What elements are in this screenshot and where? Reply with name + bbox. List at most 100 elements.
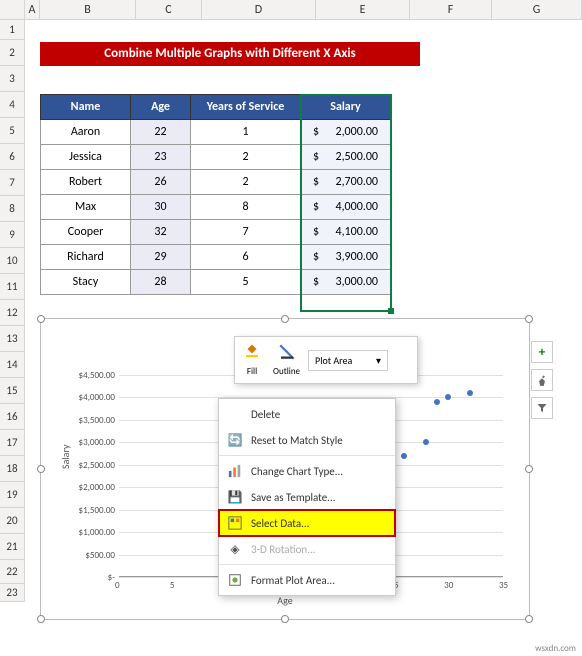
row-header-22[interactable]: 22 <box>0 560 25 584</box>
cell-age[interactable]: 26 <box>131 170 191 195</box>
cell-name[interactable]: Stacy <box>41 270 131 295</box>
cell-years[interactable]: 2 <box>191 170 301 195</box>
header-years[interactable]: Years of Service <box>191 95 301 120</box>
cell-years[interactable]: 7 <box>191 220 301 245</box>
cell-years[interactable]: 8 <box>191 195 301 220</box>
row-header-5[interactable]: 5 <box>0 118 25 144</box>
menu-select-data[interactable]: Select Data... <box>219 510 395 536</box>
resize-handle[interactable] <box>37 465 45 473</box>
resize-handle[interactable] <box>525 315 533 323</box>
col-header-g[interactable]: G <box>492 0 582 19</box>
cell-name[interactable]: Cooper <box>41 220 131 245</box>
col-header-b[interactable]: B <box>40 0 136 19</box>
resize-handle[interactable] <box>281 315 289 323</box>
header-age[interactable]: Age <box>131 95 191 120</box>
table-row[interactable]: Jessica 23 2 $2,500.00 <box>41 145 391 170</box>
cell-salary[interactable]: $4,000.00 <box>301 195 391 220</box>
row-header-6[interactable]: 6 <box>0 144 25 170</box>
row-header-8[interactable]: 8 <box>0 196 25 222</box>
cell-years[interactable]: 6 <box>191 245 301 270</box>
col-header-f[interactable]: F <box>410 0 492 19</box>
cell-name[interactable]: Robert <box>41 170 131 195</box>
data-point[interactable] <box>434 399 440 405</box>
outline-tool[interactable]: Outline <box>269 341 304 379</box>
cell-age[interactable]: 22 <box>131 120 191 145</box>
col-header-c[interactable]: C <box>136 0 202 19</box>
chart-element-dropdown[interactable]: Plot Area ▾ <box>308 350 388 371</box>
menu-delete[interactable]: Delete <box>219 401 395 427</box>
fill-icon <box>243 343 261 366</box>
table-row[interactable]: Robert 26 2 $2,700.00 <box>41 170 391 195</box>
row-header-15[interactable]: 15 <box>0 378 25 404</box>
row-header-18[interactable]: 18 <box>0 456 25 482</box>
chart-styles-button[interactable] <box>531 369 553 391</box>
cell-salary[interactable]: $4,100.00 <box>301 220 391 245</box>
cell-age[interactable]: 32 <box>131 220 191 245</box>
data-point[interactable] <box>445 394 451 400</box>
row-header-11[interactable]: 11 <box>0 274 25 300</box>
fill-tool[interactable]: Fill <box>239 341 265 379</box>
cell-name[interactable]: Max <box>41 195 131 220</box>
table-row[interactable]: Cooper 32 7 $4,100.00 <box>41 220 391 245</box>
cell-years[interactable]: 5 <box>191 270 301 295</box>
table-row[interactable]: Aaron 22 1 $2,000.00 <box>41 120 391 145</box>
header-name[interactable]: Name <box>41 95 131 120</box>
row-header-9[interactable]: 9 <box>0 222 25 248</box>
row-header-14[interactable]: 14 <box>0 352 25 378</box>
data-point[interactable] <box>467 390 473 396</box>
row-header-19[interactable]: 19 <box>0 482 25 508</box>
menu-format-plot-area[interactable]: Format Plot Area... <box>219 567 395 593</box>
resize-handle[interactable] <box>37 315 45 323</box>
cell-name[interactable]: Richard <box>41 245 131 270</box>
table-row[interactable]: Stacy 28 5 $3,000.00 <box>41 270 391 295</box>
resize-handle[interactable] <box>37 615 45 623</box>
resize-handle[interactable] <box>525 465 533 473</box>
table-row[interactable]: Richard 29 6 $3,900.00 <box>41 245 391 270</box>
row-header-7[interactable]: 7 <box>0 170 25 196</box>
menu-reset-style[interactable]: 🔄 Reset to Match Style <box>219 427 395 453</box>
cell-years[interactable]: 1 <box>191 120 301 145</box>
context-menu: Delete 🔄 Reset to Match Style Change Cha… <box>218 398 396 596</box>
row-header-16[interactable]: 16 <box>0 404 25 430</box>
cell-salary[interactable]: $2,000.00 <box>301 120 391 145</box>
data-point[interactable] <box>401 453 407 459</box>
menu-change-chart-type[interactable]: Change Chart Type... <box>219 458 395 484</box>
row-header-3[interactable]: 3 <box>0 66 25 92</box>
cell-salary[interactable]: $2,500.00 <box>301 145 391 170</box>
data-point[interactable] <box>423 439 429 445</box>
row-header-20[interactable]: 20 <box>0 508 25 534</box>
cell-salary[interactable]: $3,900.00 <box>301 245 391 270</box>
cell-name[interactable]: Aaron <box>41 120 131 145</box>
mini-toolbar: Fill Outline Plot Area ▾ <box>234 336 418 384</box>
header-salary[interactable]: Salary <box>301 95 391 120</box>
row-header-17[interactable]: 17 <box>0 430 25 456</box>
cell-years[interactable]: 2 <box>191 145 301 170</box>
resize-handle[interactable] <box>525 615 533 623</box>
row-header-13[interactable]: 13 <box>0 326 25 352</box>
cell-salary[interactable]: $3,000.00 <box>301 270 391 295</box>
y-tick: $500.00 <box>67 550 115 561</box>
cell-age[interactable]: 29 <box>131 245 191 270</box>
resize-handle[interactable] <box>281 615 289 623</box>
col-header-d[interactable]: D <box>202 0 316 19</box>
cell-salary[interactable]: $2,700.00 <box>301 170 391 195</box>
row-header-10[interactable]: 10 <box>0 248 25 274</box>
menu-save-template[interactable]: 💾 Save as Template... <box>219 484 395 510</box>
table-row[interactable]: Max 30 8 $4,000.00 <box>41 195 391 220</box>
cell-name[interactable]: Jessica <box>41 145 131 170</box>
chart-filter-button[interactable] <box>531 397 553 419</box>
corner-cell[interactable] <box>0 0 25 19</box>
row-header-12[interactable]: 12 <box>0 300 25 326</box>
row-header-2[interactable]: 2 <box>0 40 25 66</box>
row-header-4[interactable]: 4 <box>0 92 25 118</box>
col-header-a[interactable]: A <box>25 0 40 19</box>
row-header-23[interactable]: 23 <box>0 584 25 602</box>
cell-age[interactable]: 23 <box>131 145 191 170</box>
col-header-e[interactable]: E <box>316 0 410 19</box>
chart-elements-button[interactable]: + <box>531 341 553 363</box>
fill-handle[interactable] <box>388 308 394 314</box>
cell-age[interactable]: 30 <box>131 195 191 220</box>
row-header-1[interactable]: 1 <box>0 20 25 40</box>
row-header-21[interactable]: 21 <box>0 534 25 560</box>
cell-age[interactable]: 28 <box>131 270 191 295</box>
